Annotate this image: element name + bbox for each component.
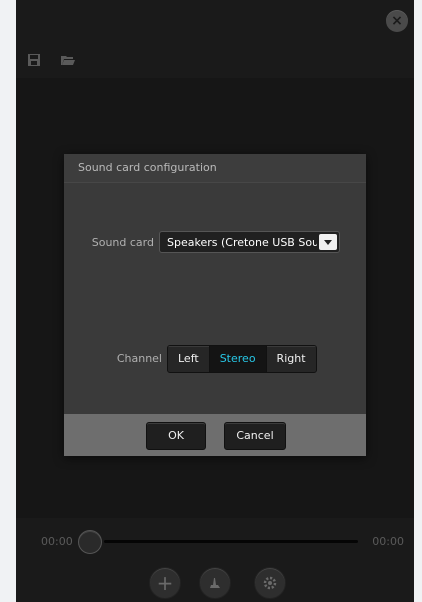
ok-button[interactable]: OK (146, 422, 206, 450)
add-icon: + (156, 571, 174, 595)
sound-card-value: Speakers (Cretone USB Sound (167, 236, 317, 249)
sound-card-select[interactable]: Speakers (Cretone USB Sound (159, 231, 340, 253)
close-icon: × (391, 13, 403, 29)
channel-left-button[interactable]: Left (168, 346, 210, 372)
close-button[interactable]: × (386, 10, 408, 32)
channel-stereo-button[interactable]: Stereo (209, 346, 267, 372)
marker-icon (210, 578, 220, 588)
settings-button[interactable] (254, 567, 286, 599)
dialog-footer: OK Cancel (64, 414, 366, 456)
channel-label: Channel (116, 352, 162, 365)
timeline-track[interactable] (104, 540, 358, 543)
sound-card-dialog: Sound card configuration Sound card Spea… (64, 154, 366, 456)
marker-button[interactable] (199, 567, 231, 599)
time-end: 00:00 (372, 535, 404, 548)
channel-right-button[interactable]: Right (266, 346, 316, 372)
save-icon[interactable] (26, 52, 42, 68)
bottom-bar: + (16, 562, 414, 602)
cancel-button[interactable]: Cancel (224, 422, 286, 450)
timeline: 00:00 00:00 (16, 522, 414, 562)
gear-icon (263, 576, 277, 590)
channel-segmented-control: Left Stereo Right (167, 345, 317, 373)
folder-open-icon[interactable] (60, 52, 76, 68)
timeline-slider-handle[interactable] (78, 530, 102, 554)
chevron-down-icon[interactable] (319, 234, 337, 250)
add-button[interactable]: + (149, 567, 181, 599)
dialog-title: Sound card configuration (64, 154, 366, 183)
sound-card-label: Sound card (91, 236, 154, 249)
time-start: 00:00 (41, 535, 73, 548)
toolbar (16, 44, 414, 79)
